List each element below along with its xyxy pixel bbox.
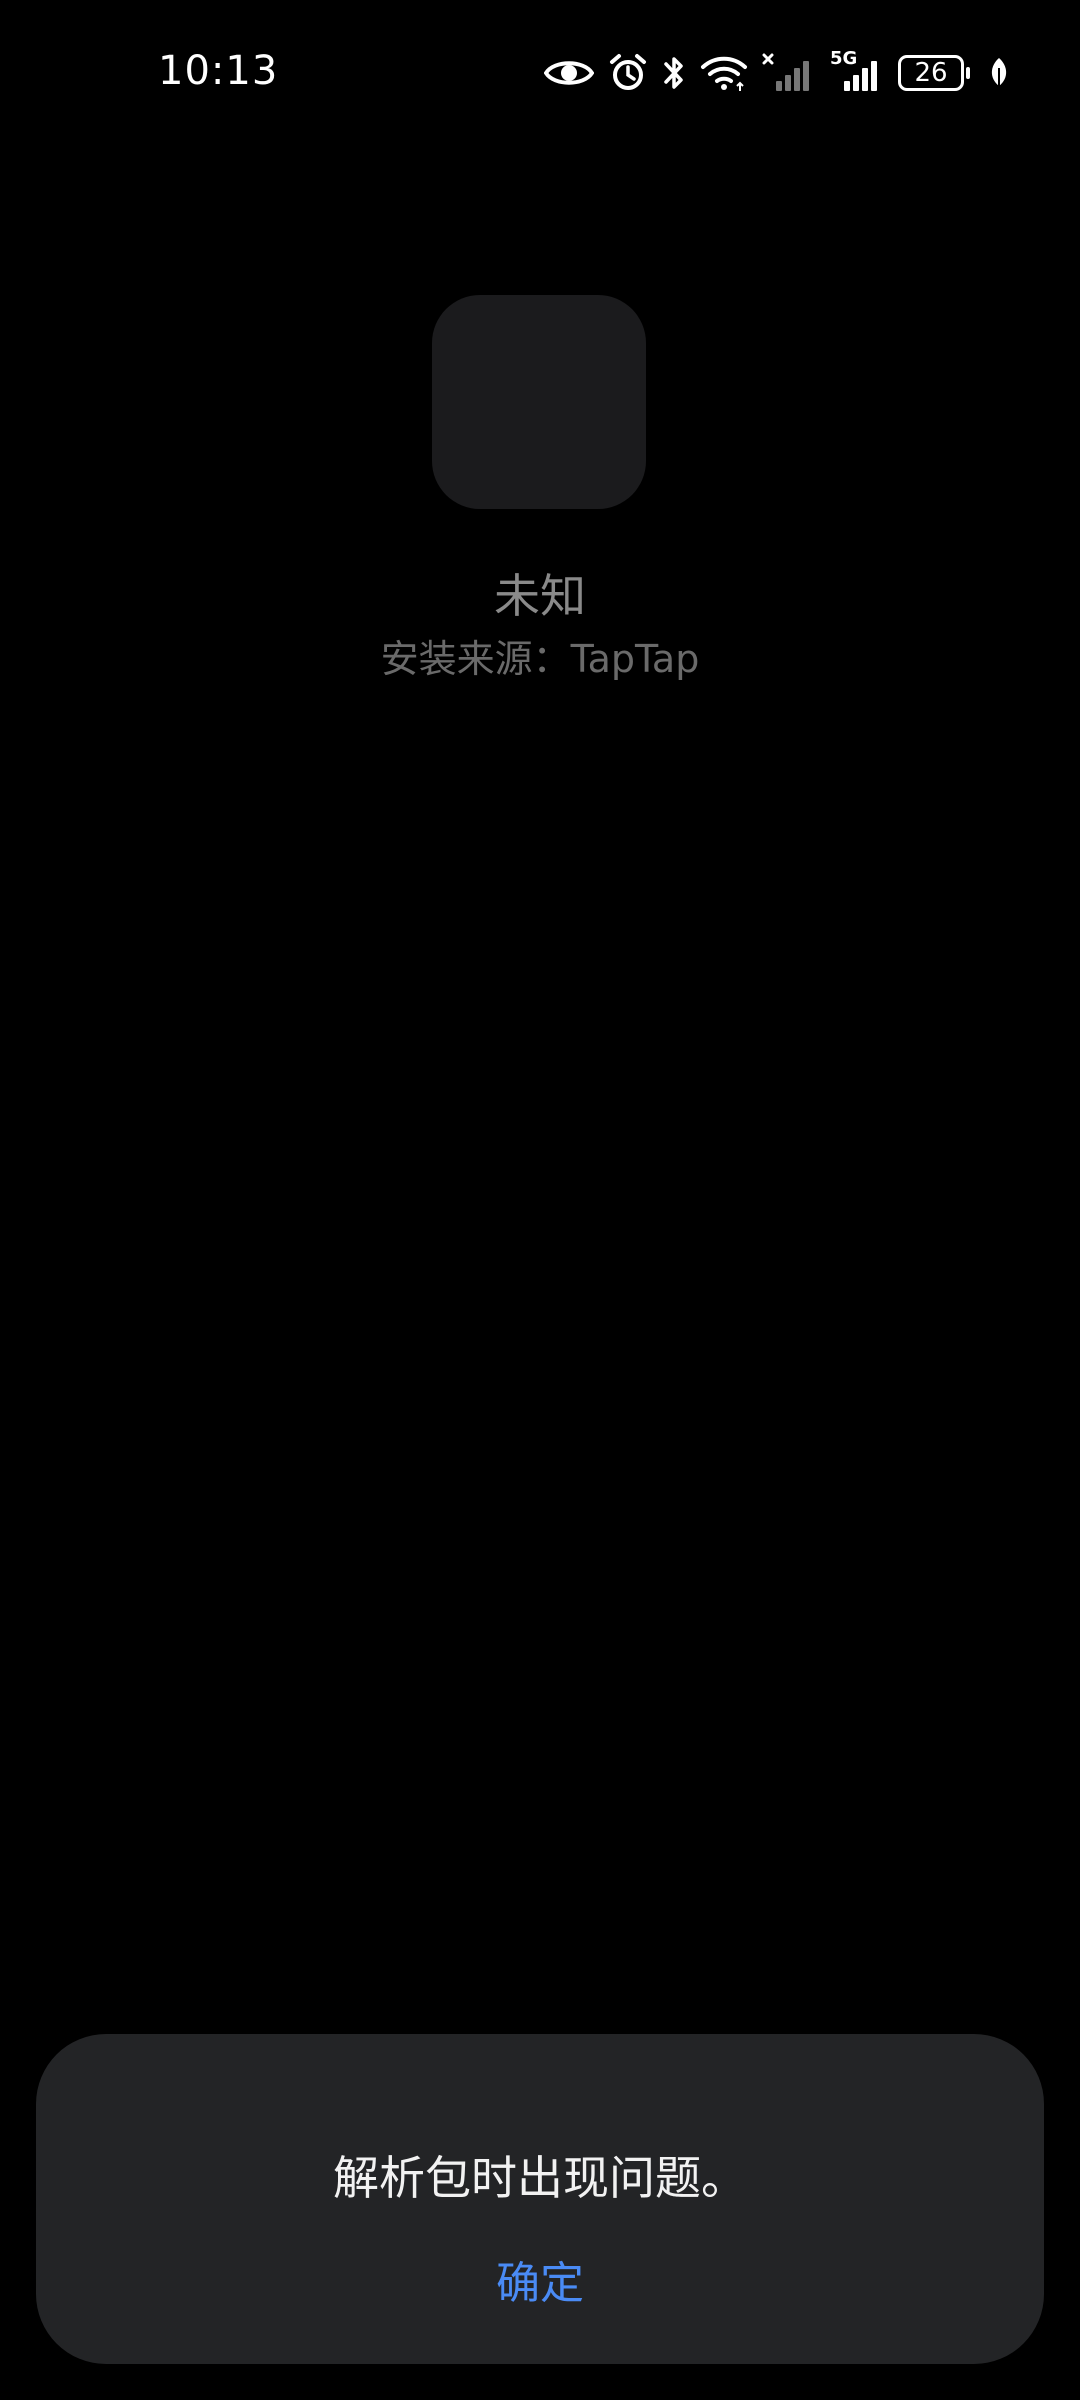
battery-icon: 26 [898, 48, 970, 98]
app-name: 未知 [494, 569, 586, 623]
confirm-button[interactable]: 确定 [440, 2234, 640, 2334]
app-icon-placeholder [432, 295, 646, 509]
status-icons: 5G 26 [544, 48, 1010, 98]
install-source: 安装来源：TapTap [380, 637, 700, 681]
signal-no-service-icon [762, 48, 816, 98]
status-clock: 10:13 [158, 48, 279, 94]
battery-level: 26 [898, 55, 970, 91]
leaf-icon [988, 48, 1010, 98]
bluetooth-icon [662, 48, 686, 98]
alarm-icon [608, 48, 648, 98]
dialog-message: 解析包时出现问题。 [333, 2151, 747, 2205]
eye-icon [544, 48, 594, 98]
wifi-icon [700, 48, 748, 98]
error-dialog: 解析包时出现问题。 确定 [36, 2034, 1044, 2364]
status-bar: 10:13 5G 26 [0, 0, 1080, 150]
signal-5g-icon: 5G [830, 48, 884, 98]
network-type-label: 5G [830, 48, 858, 69]
